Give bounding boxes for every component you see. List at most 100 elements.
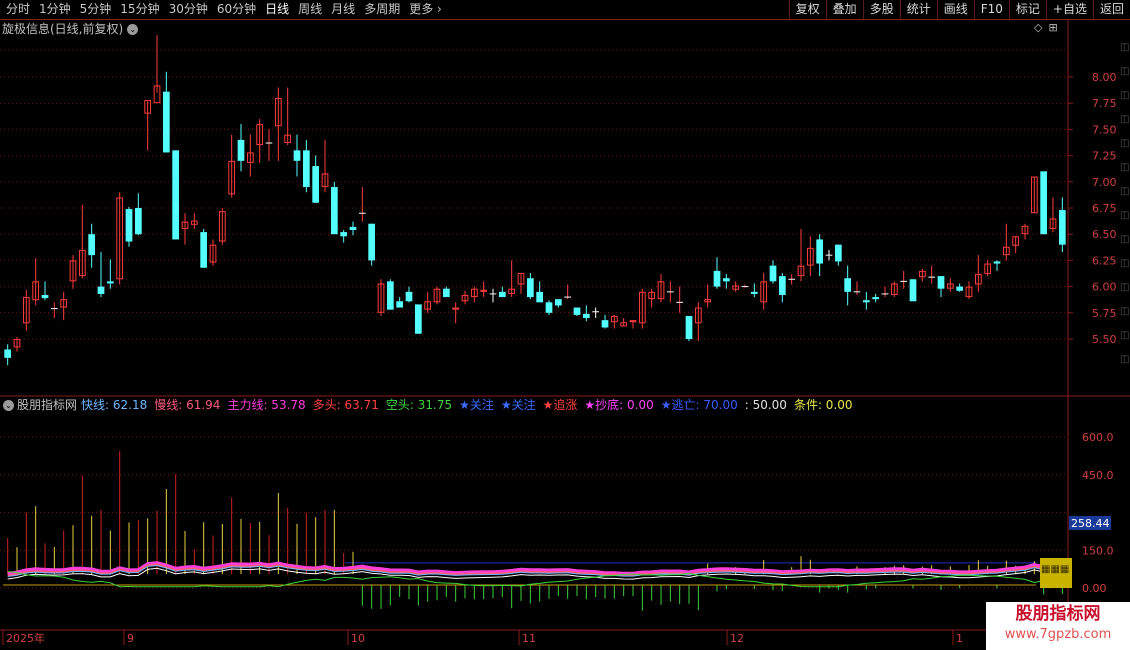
side-strip-glyph: ◫ (1120, 354, 1129, 365)
indicator-field: ★逃亡: 70.00 (660, 398, 738, 412)
indicator-axis-label: 450.0 (1082, 469, 1114, 482)
indicator-field: ★追涨 (542, 398, 578, 412)
price-axis-label: 6.50 (1092, 228, 1117, 241)
candle-body-down (536, 291, 544, 303)
side-strip-glyph: ◫ (1120, 114, 1129, 125)
candle-body-down (816, 239, 824, 264)
side-strip-glyph: ◫ (1120, 90, 1129, 101)
indicator-axis-label: 150.0 (1082, 544, 1114, 557)
price-axis-label: 6.00 (1092, 281, 1117, 294)
candle-body-down (405, 291, 413, 302)
side-strip-glyph: ◫ (1120, 138, 1129, 149)
indicator-axis-label: 0.00 (1082, 582, 1107, 595)
date-label: 11 (522, 632, 536, 645)
candle-body-down (554, 299, 562, 306)
candle-body-down (909, 279, 917, 302)
candle-body-down (937, 276, 945, 289)
date-label: 9 (127, 632, 134, 645)
candle-body-down (601, 320, 609, 328)
indicator-name: 股朋指标网 (17, 398, 78, 412)
candle-body-down (993, 261, 1001, 264)
price-axis-label: 8.00 (1092, 71, 1117, 84)
date-label: 12 (730, 632, 744, 645)
candle-body-down (498, 291, 506, 298)
date-label: 2025年 (6, 631, 45, 645)
candle-body-down (713, 270, 721, 287)
candle-body-down (414, 304, 422, 334)
side-strip-glyph: ◫ (1120, 66, 1129, 77)
price-axis-label: 7.50 (1092, 123, 1117, 136)
indicator-header: ⌄ 股朋指标网 快线: 62.18 慢线: 61.94 主力线: 53.78 多头: … (2, 397, 860, 414)
candle-body-down (97, 286, 105, 294)
candle-body-down (172, 150, 180, 240)
candle-body-down (778, 276, 786, 295)
candle-body-down (162, 91, 170, 153)
candle-body-down (844, 278, 852, 292)
candle-body-down (862, 300, 870, 303)
indicator-field: ★抄底: 0.00 (584, 398, 654, 412)
candle-body-down (872, 297, 880, 300)
candle-body-down (125, 209, 133, 242)
indicator-field: 快线: 62.18 (81, 398, 148, 412)
indicator-axis-label: 600.0 (1082, 431, 1114, 444)
kline-chart[interactable]: 8.00 7.75 7.50 7.25 7.00 6.75 6.50 6.25 6.00 5.75… (0, 0, 1130, 650)
candle-body-down (312, 166, 320, 203)
indicator-fields: 快线: 62.18 慢线: 61.94 主力线: 53.78 多头: 63.71 空头:… (81, 397, 860, 414)
price-axis-label: 6.25 (1092, 254, 1117, 267)
price-axis-label: 5.75 (1092, 307, 1117, 320)
candle-body-down (349, 226, 357, 231)
candle-body-down (302, 150, 310, 188)
side-strip-glyph: ◫ (1120, 210, 1129, 221)
candle-body-down (526, 278, 534, 298)
side-strip-glyph: ◫ (1120, 234, 1129, 245)
indicator-field: ★关注 (459, 398, 494, 412)
candle-body-down (582, 313, 590, 319)
candle-body-down (769, 265, 777, 282)
price-axis-label: 7.25 (1092, 150, 1117, 163)
site-watermark: 股朋指标网 www.7gpzb.com (986, 602, 1130, 650)
indicator-field: 慢线: 61.94 (154, 398, 221, 412)
candle-body-down (41, 294, 49, 299)
candle-body-down (106, 281, 114, 284)
candle-body-down (442, 288, 450, 298)
price-axis-label: 6.75 (1092, 202, 1117, 215)
side-strip-glyph: ◫ (1120, 162, 1129, 173)
candle-body-down (386, 281, 394, 310)
indicator-field: 多头: 63.71 (312, 398, 379, 412)
side-strip-glyph: ◫ (1120, 258, 1129, 269)
candle-body-down (956, 286, 964, 291)
candle-body-down (722, 278, 730, 282)
candle-body-down (1058, 210, 1066, 245)
candle-body-down (685, 315, 693, 339)
candle-body-down (134, 208, 142, 235)
side-strip-glyph: ◫ (1120, 42, 1129, 53)
indicator-field: : 50.00 (744, 398, 787, 412)
date-label: 10 (351, 632, 365, 645)
current-value-label: 258.44 (1071, 517, 1110, 530)
candle-body-down (573, 307, 581, 315)
candle-body-down (237, 139, 245, 161)
candle-body-down (1040, 171, 1048, 235)
chevron-down-icon[interactable]: ⌄ (3, 400, 14, 411)
signal-text: ▦▦▦ (1041, 564, 1069, 575)
side-strip-glyph: ◫ (1120, 186, 1129, 197)
candle-body-down (750, 291, 758, 294)
candle-body-down (200, 232, 208, 268)
candle-body-down (330, 187, 338, 235)
indicator-field: 条件: 0.00 (793, 398, 853, 412)
watermark-title: 股朋指标网 (1015, 604, 1101, 624)
watermark-url: www.7gpzb.com (1004, 627, 1112, 642)
indicator-field: 空头: 31.75 (385, 398, 453, 412)
candle-body-down (4, 349, 12, 358)
candle-body-down (396, 301, 404, 308)
price-axis-label: 7.75 (1092, 97, 1117, 110)
candle-body-down (368, 223, 376, 261)
indicator-field: ★关注 (500, 398, 536, 412)
price-axis-label: 7.00 (1092, 176, 1117, 189)
side-strip-glyph: ◫ (1120, 306, 1129, 317)
candle-body-down (834, 244, 842, 262)
candle-body-down (88, 234, 96, 256)
candle-body-down (340, 232, 348, 237)
date-label: 1 (956, 632, 963, 645)
candle-body-down (545, 302, 553, 313)
